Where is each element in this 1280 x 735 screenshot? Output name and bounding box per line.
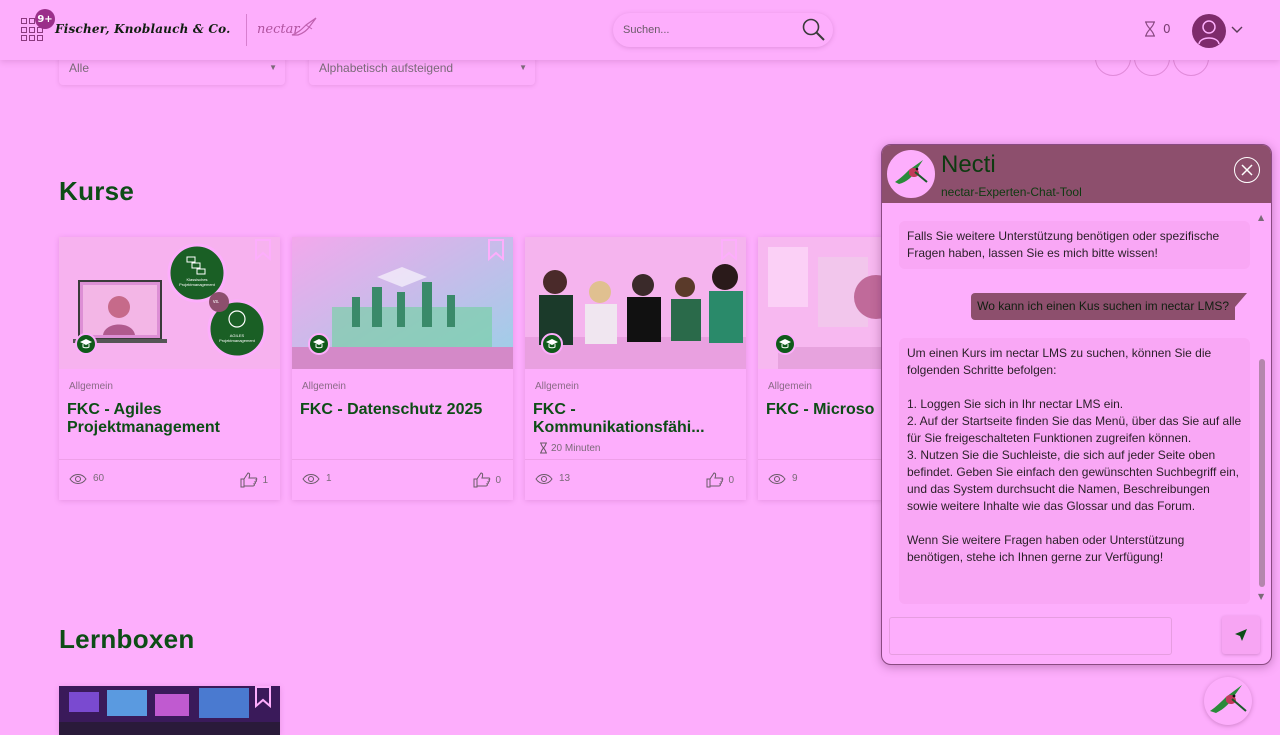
course-duration: 20 Minuten <box>539 442 600 454</box>
views-count: 1 <box>326 473 332 484</box>
views-count: 13 <box>559 473 571 484</box>
course-card[interactable]: Klassisches Projektmanagement vs. AGILES… <box>59 237 280 500</box>
eye-icon <box>69 473 87 484</box>
bookmark-icon[interactable] <box>720 239 738 261</box>
chat-message-user: Wo kann ich einen Kus suchen im nectar L… <box>971 293 1247 320</box>
learnbox-card[interactable] <box>59 686 280 735</box>
scroll-thumb[interactable] <box>1259 359 1265 587</box>
hourglass-icon[interactable] <box>1143 21 1157 37</box>
course-title[interactable]: FKC - Datenschutz 2025 <box>300 401 505 419</box>
eye-icon <box>535 473 553 484</box>
views-count: 60 <box>93 473 105 484</box>
eye-icon <box>302 473 320 484</box>
bookmark-icon[interactable] <box>254 239 272 261</box>
thumbs-up-icon[interactable] <box>706 472 724 488</box>
course-views: 1 <box>302 473 332 484</box>
likes-count: 0 <box>728 474 734 486</box>
course-category: Allgemein <box>69 381 113 392</box>
chat-message-bot: Falls Sie weitere Unterstützung benötige… <box>899 221 1250 269</box>
top-bar: 9+ Fischer, Knoblauch & Co. nectar 0 <box>0 0 1280 60</box>
course-card-footer: 13 0 <box>525 459 746 500</box>
search-bar[interactable] <box>613 13 833 47</box>
close-icon[interactable] <box>1234 157 1260 183</box>
likes-count: 1 <box>262 474 268 486</box>
eye-icon <box>768 473 786 484</box>
user-avatar-icon[interactable] <box>1192 14 1226 48</box>
graduation-cap-icon <box>541 333 563 355</box>
notification-badge[interactable]: 9+ <box>35 9 55 29</box>
search-icon[interactable] <box>801 17 827 43</box>
company-logo[interactable]: Fischer, Knoblauch & Co. <box>55 22 230 36</box>
send-button[interactable] <box>1222 616 1260 654</box>
bookmark-icon[interactable] <box>254 686 272 708</box>
thumbnail-label: AGILES Projektmanagement <box>219 333 255 343</box>
thumbs-up-icon[interactable] <box>240 472 258 488</box>
course-views: 13 <box>535 473 570 484</box>
chat-widget: Necti nectar-Experten-Chat-Tool Falls Si… <box>881 144 1272 665</box>
course-card-footer: 1 0 <box>292 459 513 500</box>
sort-value: Alphabetisch aufsteigend <box>319 61 454 75</box>
timer-count: 0 <box>1163 22 1171 36</box>
chat-bot-subtitle: nectar-Experten-Chat-Tool <box>941 185 1082 199</box>
logo-divider <box>246 14 247 46</box>
chevron-down-icon: ▼ <box>269 63 277 72</box>
bookmark-icon[interactable] <box>487 239 505 261</box>
thumbnail-label: Klassisches Projektmanagement <box>179 277 215 287</box>
learnboxes-section-title: Lernboxen <box>59 624 195 654</box>
views-count: 9 <box>792 473 798 484</box>
course-likes[interactable]: 0 <box>706 472 734 488</box>
search-input[interactable] <box>623 21 793 39</box>
course-category: Allgemein <box>535 381 579 392</box>
courses-section-title: Kurse <box>59 176 135 206</box>
thumbnail-label-vs: vs. <box>213 299 220 305</box>
category-filter-value: Alle <box>69 61 90 75</box>
course-card[interactable]: Allgemein FKC - Kommunikationsfähi... 20… <box>525 237 746 500</box>
course-title[interactable]: FKC - Kommunikationsfähi... <box>533 401 738 437</box>
course-views: 60 <box>69 473 104 484</box>
hummingbird-logo-icon <box>291 17 317 36</box>
send-icon[interactable] <box>1234 628 1248 642</box>
course-likes[interactable]: 1 <box>240 472 268 488</box>
chat-bot-name: Necti <box>941 151 996 178</box>
chevron-down-icon[interactable] <box>1231 26 1243 34</box>
hummingbird-icon <box>1210 685 1247 713</box>
thumbs-up-icon[interactable] <box>473 472 491 488</box>
learnbox-thumbnail <box>59 686 280 735</box>
chat-scrollbar[interactable]: ▲ ▼ <box>1257 213 1267 601</box>
course-card[interactable]: Allgemein FKC - Datenschutz 2025 1 0 <box>292 237 513 500</box>
scroll-up-icon[interactable]: ▲ <box>1258 213 1264 222</box>
course-category: Allgemein <box>302 381 346 392</box>
graduation-cap-icon <box>774 333 796 355</box>
course-category: Allgemein <box>768 381 812 392</box>
course-likes[interactable]: 0 <box>473 472 501 488</box>
chat-message-bot: Um einen Kurs im nectar LMS zu suchen, k… <box>899 338 1250 604</box>
chat-header: Necti nectar-Experten-Chat-Tool <box>882 145 1271 203</box>
hourglass-icon <box>540 442 547 454</box>
chat-message-input[interactable] <box>889 617 1172 655</box>
scroll-down-icon[interactable]: ▼ <box>1258 592 1264 601</box>
duration-text: 20 Minuten <box>551 442 601 454</box>
course-card-footer: 60 1 <box>59 459 280 500</box>
chevron-down-icon: ▼ <box>519 63 527 72</box>
hummingbird-icon <box>887 150 935 198</box>
graduation-cap-icon <box>75 333 97 355</box>
chat-launcher-button[interactable] <box>1204 677 1252 725</box>
graduation-cap-icon <box>308 333 330 355</box>
course-views: 9 <box>768 473 798 484</box>
likes-count: 0 <box>495 474 501 486</box>
course-title[interactable]: FKC - Agiles Projektmanagement <box>67 401 272 437</box>
